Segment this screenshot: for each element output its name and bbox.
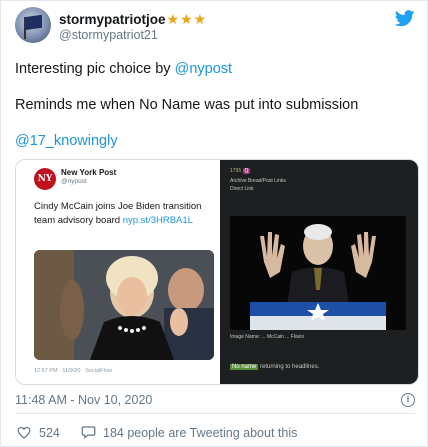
nypost-account-name: New York Post bbox=[61, 168, 117, 177]
nypost-tweet-footer: 12:57 PM · 11/9/20 · SocialFlow bbox=[34, 368, 112, 374]
noname-rest: returning to headlines. bbox=[258, 364, 320, 370]
info-icon[interactable]: i bbox=[401, 393, 415, 407]
nypost-account-handle: @nypost bbox=[61, 178, 87, 185]
stars-emoji: ★★★ bbox=[166, 11, 208, 27]
nypost-link: nyp.st/3HRBA1L bbox=[122, 215, 193, 226]
author-handle[interactable]: @stormypatriot21 bbox=[59, 28, 158, 42]
footer-divider bbox=[15, 413, 415, 414]
speech-bubble-icon[interactable] bbox=[81, 425, 96, 439]
photo-illustration bbox=[230, 216, 406, 330]
like-count[interactable]: 524 bbox=[39, 426, 60, 440]
tweet-text: Interesting pic choice by bbox=[15, 61, 175, 77]
flag-icon bbox=[24, 14, 42, 31]
tweet-card: stormypatriotjoe★★★ @stormypatriot21 Int… bbox=[0, 0, 428, 447]
post-body-text: Image Name: ... McCain ... Flavio bbox=[230, 334, 305, 340]
board-post-screenshot[interactable]: 1795 Q Archive Bread/Post Links Direct L… bbox=[220, 160, 418, 384]
nypost-tweet-text: Cindy McCain joins Joe Biden transition … bbox=[34, 200, 214, 228]
heart-icon[interactable] bbox=[17, 426, 31, 439]
post-header-line-3: Direct Link bbox=[230, 186, 254, 192]
author-display-name[interactable]: stormypatriotjoe★★★ bbox=[59, 11, 207, 28]
post-header-line-2: Archive Bread/Post Links bbox=[230, 178, 286, 184]
post-tag: Q bbox=[242, 168, 251, 174]
archive-links-label: Archive Bread/Post Links bbox=[230, 178, 286, 184]
photo-illustration bbox=[34, 250, 214, 360]
post-noname-line: No name returning to headlines. bbox=[230, 364, 319, 370]
post-number: 1795 bbox=[230, 168, 242, 174]
nypost-logo: NY bbox=[34, 168, 56, 190]
tweet-text-line-1: Interesting pic choice by @nypost bbox=[15, 61, 232, 77]
mccain-podium-photo bbox=[230, 216, 406, 330]
noname-highlight: No name bbox=[230, 364, 259, 370]
tweet-timestamp[interactable]: 11:48 AM - Nov 10, 2020 bbox=[15, 393, 152, 407]
tweet-text-line-2: Reminds me when No Name was put into sub… bbox=[15, 97, 359, 113]
mention-link-17-knowingly[interactable]: @17_knowingly bbox=[15, 133, 118, 149]
user-avatar[interactable] bbox=[15, 7, 51, 43]
nypost-tweet-screenshot[interactable]: NY New York Post @nypost Cindy McCain jo… bbox=[16, 160, 216, 384]
direct-link-label: Direct Link bbox=[230, 186, 254, 192]
twitter-bird-icon[interactable] bbox=[395, 10, 415, 27]
post-header-line-1: 1795 Q bbox=[230, 168, 251, 174]
cindy-mccain-photo bbox=[34, 250, 214, 360]
mention-link-nypost[interactable]: @nypost bbox=[175, 61, 232, 77]
tweet-media[interactable]: NY New York Post @nypost Cindy McCain jo… bbox=[15, 159, 419, 385]
display-name-text: stormypatriotjoe bbox=[59, 12, 166, 27]
people-tweeting-link[interactable]: 184 people are Tweeting about this bbox=[103, 426, 297, 440]
